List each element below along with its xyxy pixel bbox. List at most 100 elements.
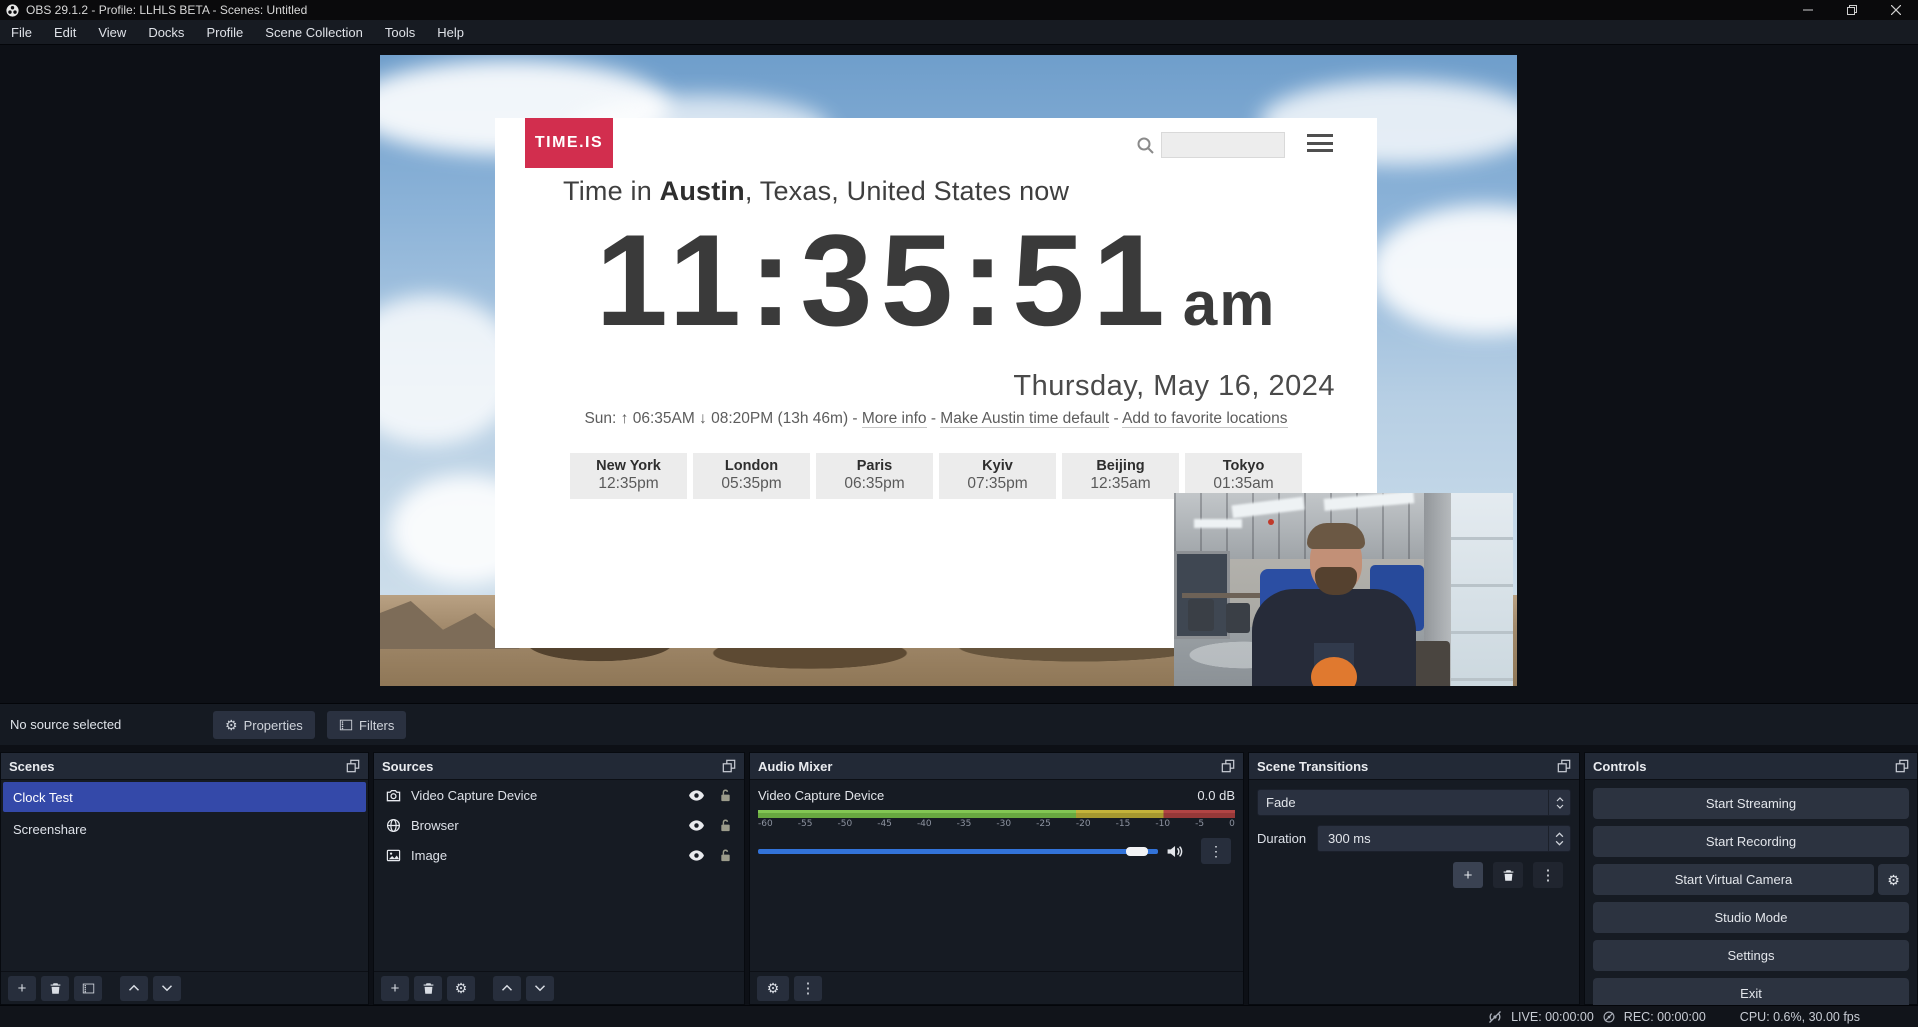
speaker-icon[interactable] [1166, 843, 1183, 860]
camera-icon [386, 788, 401, 803]
controls-panel: Controls Start Streaming Start Recording… [1584, 752, 1918, 1005]
hamburger-menu-icon [1307, 134, 1333, 152]
trash-icon [1502, 869, 1515, 882]
menu-edit[interactable]: Edit [43, 20, 87, 45]
volume-slider[interactable] [758, 849, 1158, 854]
lock-open-icon[interactable] [719, 788, 732, 803]
mixer-toolbar: ⚙ ⋮ [750, 971, 1243, 1004]
close-button[interactable] [1874, 0, 1918, 20]
duration-label: Duration [1257, 831, 1309, 846]
source-toolbar: No source selected ⚙ Properties Filters [0, 703, 1918, 745]
stream-inactive-icon [1487, 1009, 1503, 1025]
scene-filters-button[interactable] [74, 976, 102, 1001]
menu-tools[interactable]: Tools [374, 20, 426, 45]
menu-view[interactable]: View [87, 20, 137, 45]
add-scene-button[interactable]: + [8, 976, 36, 1001]
mixer-channel-menu-button[interactable]: ⋮ [1201, 838, 1231, 864]
controls-title: Controls [1593, 759, 1646, 774]
popout-icon[interactable] [1557, 759, 1571, 773]
menu-docks[interactable]: Docks [137, 20, 195, 45]
obs-window: OBS 29.1.2 - Profile: LLHLS BETA - Scene… [0, 0, 1918, 1027]
chevron-up-icon [1556, 797, 1564, 802]
scene-transitions-panel: Scene Transitions Fade Duration 300 ms [1248, 752, 1580, 1005]
source-row-image[interactable]: Image [374, 840, 744, 870]
lock-open-icon[interactable] [719, 848, 732, 863]
move-source-up-button[interactable] [493, 976, 521, 1001]
popout-icon[interactable] [1895, 759, 1909, 773]
virtual-camera-config-button[interactable]: ⚙ [1878, 864, 1909, 895]
restore-button[interactable] [1830, 0, 1874, 20]
add-transition-button[interactable]: + [1453, 862, 1483, 888]
lock-open-icon[interactable] [719, 818, 732, 833]
chevron-up-icon [128, 982, 140, 994]
duration-input[interactable]: 300 ms [1317, 825, 1571, 852]
source-properties-button[interactable]: ⚙ [447, 976, 475, 1001]
transition-select-arrows[interactable] [1548, 790, 1570, 815]
obs-logo-icon [6, 4, 19, 17]
move-scene-down-button[interactable] [153, 976, 181, 1001]
remove-scene-button[interactable] [41, 976, 69, 1001]
city-tile: London 05:35pm [693, 453, 810, 499]
timeis-clock: 11:35:51am [495, 210, 1377, 350]
menu-profile[interactable]: Profile [195, 20, 254, 45]
scenes-title: Scenes [9, 759, 55, 774]
city-tile: Beijing 12:35am [1062, 453, 1179, 499]
advanced-audio-button[interactable]: ⚙ [757, 976, 789, 1001]
trash-icon [422, 982, 435, 995]
sources-toolbar: + ⚙ [374, 971, 744, 1004]
mixer-menu-button[interactable]: ⋮ [794, 976, 822, 1001]
menu-file[interactable]: File [0, 20, 43, 45]
search-icon [1136, 136, 1155, 155]
source-row-video-capture[interactable]: Video Capture Device [374, 780, 744, 810]
live-timer: LIVE: 00:00:00 [1511, 1010, 1594, 1024]
remove-source-button[interactable] [414, 976, 442, 1001]
scene-item-clock-test[interactable]: Clock Test [3, 782, 366, 812]
remove-transition-button[interactable] [1493, 862, 1523, 888]
window-title: OBS 29.1.2 - Profile: LLHLS BETA - Scene… [26, 3, 307, 17]
add-source-button[interactable]: + [381, 976, 409, 1001]
audio-mixer-title: Audio Mixer [758, 759, 832, 774]
cpu-fps-stats: CPU: 0.6%, 30.00 fps [1740, 1010, 1860, 1024]
make-default-link: Make Austin time default [940, 410, 1109, 428]
visibility-eye-icon[interactable] [688, 817, 705, 834]
globe-icon [386, 818, 401, 833]
start-streaming-button[interactable]: Start Streaming [1593, 788, 1909, 819]
record-inactive-icon [1602, 1010, 1616, 1024]
studio-mode-button[interactable]: Studio Mode [1593, 902, 1909, 933]
search-input [1161, 132, 1285, 158]
visibility-eye-icon[interactable] [688, 787, 705, 804]
move-source-down-button[interactable] [526, 976, 554, 1001]
filters-button[interactable]: Filters [327, 711, 406, 739]
filter-icon [82, 982, 95, 995]
start-recording-button[interactable]: Start Recording [1593, 826, 1909, 857]
start-virtual-camera-button[interactable]: Start Virtual Camera [1593, 864, 1874, 895]
scene-item-screenshare[interactable]: Screenshare [3, 814, 366, 844]
chevron-down-icon [1556, 804, 1564, 809]
popout-icon[interactable] [346, 759, 360, 773]
chevron-down-icon [534, 982, 546, 994]
properties-button[interactable]: ⚙ Properties [213, 711, 315, 739]
menu-help[interactable]: Help [426, 20, 475, 45]
preview-canvas[interactable]: TIME.IS Time in Austin, Texas, United St… [380, 55, 1517, 686]
sun-info-line: Sun: ↑ 06:35AM ↓ 08:20PM (13h 46m) - Mor… [495, 410, 1377, 428]
menu-scene-collection[interactable]: Scene Collection [254, 20, 374, 45]
webcam-overlay[interactable] [1174, 493, 1513, 686]
transition-select[interactable]: Fade [1257, 789, 1571, 816]
move-scene-up-button[interactable] [120, 976, 148, 1001]
transition-menu-button[interactable]: ⋮ [1533, 862, 1563, 888]
visibility-eye-icon[interactable] [688, 847, 705, 864]
duration-spinner[interactable] [1548, 826, 1570, 851]
minimize-button[interactable] [1786, 0, 1830, 20]
image-icon [386, 848, 401, 863]
source-status-text: No source selected [10, 704, 121, 746]
popout-icon[interactable] [722, 759, 736, 773]
volume-slider-handle[interactable] [1126, 847, 1148, 856]
source-row-browser[interactable]: Browser [374, 810, 744, 840]
current-time: 11:35:51 [596, 207, 1173, 353]
city-tile: Kyiv 07:35pm [939, 453, 1056, 499]
gear-icon: ⚙ [455, 981, 468, 995]
settings-button[interactable]: Settings [1593, 940, 1909, 971]
more-info-link: More info [862, 410, 927, 428]
popout-icon[interactable] [1221, 759, 1235, 773]
mixer-channel-name: Video Capture Device [758, 788, 884, 803]
